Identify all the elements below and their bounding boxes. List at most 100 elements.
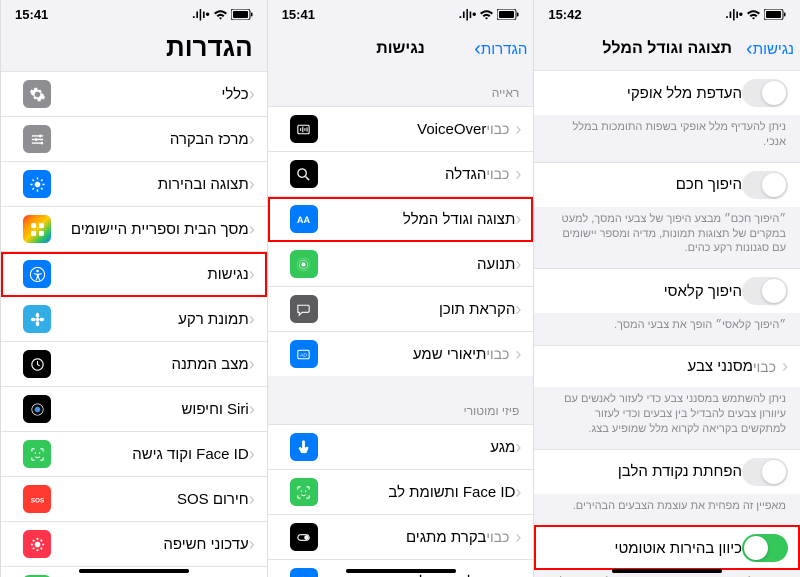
horizontal-text-row[interactable]: העדפת מלל אופקי xyxy=(534,70,800,115)
settings-row[interactable]: ‹כבויVoiceOver xyxy=(268,106,534,152)
settings-row[interactable]: ‹תנועה xyxy=(268,242,534,287)
chevron-left-icon: ‹ xyxy=(515,572,521,577)
chevron-left-icon: ‹ xyxy=(249,489,255,510)
description: ״היפוך חכם״ מבצע היפוך של צבעי המסך, למע… xyxy=(534,207,800,269)
settings-row[interactable]: ‹תמונת רקע xyxy=(1,297,267,342)
description: ניתן להשתמש במסנני צבע כדי לעזור לאנשים … xyxy=(534,387,800,449)
voicectl-icon xyxy=(290,568,318,577)
toggle-auto-brightness[interactable] xyxy=(742,534,788,562)
access-icon xyxy=(23,260,51,288)
section-vision: ראייה xyxy=(268,70,534,106)
chevron-left-icon: ‹ xyxy=(515,482,521,503)
chevron-left-icon: ‹ xyxy=(249,534,255,555)
chevron-left-icon: ‹ xyxy=(249,129,255,150)
settings-row[interactable]: ‹מגע xyxy=(268,424,534,470)
settings-row[interactable]: ‹כבויתיאורי שמעAD xyxy=(268,332,534,376)
screen-accessibility: •ı|ı. 15:41 הגדרות› נגישות ראייה ‹כבויVo… xyxy=(267,0,534,577)
page-title: הגדרות xyxy=(1,28,267,71)
chevron-right-icon: › xyxy=(474,38,481,61)
voice-icon xyxy=(290,115,318,143)
sun-icon xyxy=(23,170,51,198)
siri-icon xyxy=(23,395,51,423)
face-icon xyxy=(290,478,318,506)
touch-icon xyxy=(290,433,318,461)
face-icon xyxy=(23,440,51,468)
aa-icon: AA xyxy=(290,205,318,233)
screen-display-text: •ı|ı. 15:42 נגישות› תצוגה וגודל המלל העד… xyxy=(533,0,800,577)
back-button[interactable]: הגדרות› xyxy=(476,38,527,61)
color-filters-row[interactable]: ‹ כבוי מסנני צבע xyxy=(534,345,800,387)
svg-text:AA: AA xyxy=(297,215,311,225)
chevron-left-icon: ‹ xyxy=(249,264,255,285)
reduce-white-point-row[interactable]: הפחתת נקודת הלבן xyxy=(534,449,800,494)
auto-brightness-row[interactable]: כיוון בהירות אוטומטי xyxy=(534,525,800,570)
sos-icon: SOS xyxy=(23,485,51,513)
grid-icon xyxy=(23,215,51,243)
description: ניתן להעדיף מלל אופקי בשפות התומכות במלל… xyxy=(534,115,800,162)
home-indicator[interactable] xyxy=(79,569,189,573)
chevron-left-icon: ‹ xyxy=(515,344,521,365)
chevron-left-icon: ‹ xyxy=(249,219,255,240)
flower-icon xyxy=(23,305,51,333)
chevron-left-icon: ‹ xyxy=(515,437,521,458)
settings-row[interactable]: ‹עדכוני חשיפה xyxy=(1,522,267,567)
settings-row[interactable]: ‹Siri וחיפוש xyxy=(1,387,267,432)
toggle-classic-invert[interactable] xyxy=(742,277,788,305)
chevron-left-icon: ‹ xyxy=(782,356,788,377)
chevron-left-icon: ‹ xyxy=(249,354,255,375)
classic-invert-row[interactable]: היפוך קלאסי xyxy=(534,268,800,313)
speech-icon xyxy=(290,295,318,323)
settings-row[interactable]: ‹כבויבקרת מתגים xyxy=(268,515,534,560)
settings-row[interactable]: ‹מרכז הבקרה xyxy=(1,117,267,162)
settings-row[interactable]: ‹מצב המתנה xyxy=(1,342,267,387)
settings-row[interactable]: ‹הקראת תוכן xyxy=(268,287,534,332)
settings-row[interactable]: ‹כבויהגדלה xyxy=(268,152,534,197)
settings-row[interactable]: ‹מסך הבית וספריית היישומים xyxy=(1,207,267,252)
sliders-icon xyxy=(23,125,51,153)
settings-row[interactable]: ‹חירום SOSSOS xyxy=(1,477,267,522)
chevron-left-icon: ‹ xyxy=(249,399,255,420)
status-bar: •ı|ı. 15:42 xyxy=(534,0,800,28)
chevron-left-icon: ‹ xyxy=(515,209,521,230)
settings-row[interactable]: ‹נגישות xyxy=(1,252,267,297)
svg-text:AD: AD xyxy=(300,352,307,358)
back-button[interactable]: נגישות› xyxy=(748,38,794,61)
chevron-left-icon: ‹ xyxy=(249,309,255,330)
screen-settings: •ı|ı. 15:41 הגדרות ‹כללי‹מרכז הבקרה‹תצוג… xyxy=(0,0,267,577)
clock-icon xyxy=(23,350,51,378)
nav-bar: נגישות› תצוגה וגודל המלל xyxy=(534,28,800,70)
chevron-left-icon: ‹ xyxy=(249,444,255,465)
gear-icon xyxy=(23,80,51,108)
chevron-left-icon: ‹ xyxy=(249,84,255,105)
toggle-horizontal-text[interactable] xyxy=(742,79,788,107)
ad-icon: AD xyxy=(290,340,318,368)
chevron-right-icon: › xyxy=(746,38,753,61)
zoom-icon xyxy=(290,160,318,188)
settings-row[interactable]: ‹תצוגה וגודל המללAA xyxy=(268,197,534,242)
settings-row[interactable]: ‹כללי xyxy=(1,71,267,117)
nav-bar: הגדרות› נגישות xyxy=(268,28,534,70)
chevron-left-icon: ‹ xyxy=(515,299,521,320)
smart-invert-row[interactable]: היפוך חכם xyxy=(534,162,800,207)
settings-row[interactable]: ‹תצוגה ובהירות xyxy=(1,162,267,207)
motion-icon xyxy=(290,250,318,278)
section-physical: פיזי ומוטורי xyxy=(268,388,534,424)
chevron-left-icon: ‹ xyxy=(249,174,255,195)
status-bar: •ı|ı. 15:41 xyxy=(1,0,267,28)
status-bar: •ı|ı. 15:41 xyxy=(268,0,534,28)
home-indicator[interactable] xyxy=(346,569,456,573)
chevron-left-icon: ‹ xyxy=(515,254,521,275)
toggle-smart-invert[interactable] xyxy=(742,171,788,199)
virus-icon xyxy=(23,530,51,558)
settings-row[interactable]: ‹Face ID ותשומת לב xyxy=(268,470,534,515)
switch-icon xyxy=(290,523,318,551)
home-indicator[interactable] xyxy=(612,569,722,573)
settings-row[interactable]: ‹Face ID וקוד גישה xyxy=(1,432,267,477)
description: מאפיין זה מפחית את עוצמת הצבעים הבהירים. xyxy=(534,494,800,526)
chevron-left-icon: ‹ xyxy=(515,527,521,548)
svg-text:SOS: SOS xyxy=(30,497,43,504)
toggle-white-point[interactable] xyxy=(742,458,788,486)
chevron-left-icon: ‹ xyxy=(515,119,521,140)
description: ״היפוך קלאסי״ הופך את צבעי המסך. xyxy=(534,313,800,345)
chevron-left-icon: ‹ xyxy=(515,164,521,185)
